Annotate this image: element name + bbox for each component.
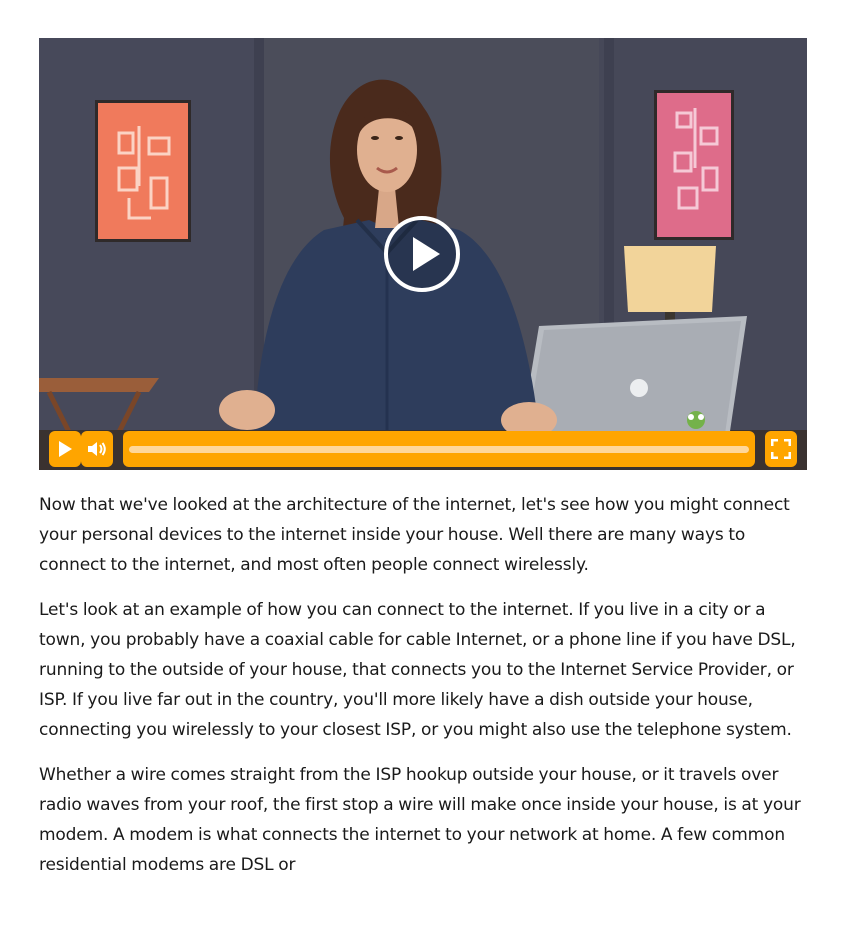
transcript-paragraph: Whether a wire comes straight from the I… [39,765,801,875]
video-controls [39,429,807,470]
fullscreen-button[interactable] [765,431,797,467]
fullscreen-icon [771,439,791,459]
play-icon [59,441,72,457]
video-player[interactable] [39,38,807,470]
volume-icon [88,442,106,456]
transcript-paragraph: Let's look at an example of how you can … [39,600,796,740]
play-circle-icon [384,216,460,292]
progress-bar[interactable] [123,431,755,467]
volume-button[interactable] [81,431,113,467]
transcript-paragraph: Now that we've looked at the architectur… [39,495,790,575]
play-button[interactable] [49,431,81,467]
big-play-button[interactable] [382,214,462,294]
poster-left [95,100,191,242]
transcript: Now that we've looked at the architectur… [39,490,811,895]
poster-right [654,90,734,240]
progress-track [129,446,749,453]
